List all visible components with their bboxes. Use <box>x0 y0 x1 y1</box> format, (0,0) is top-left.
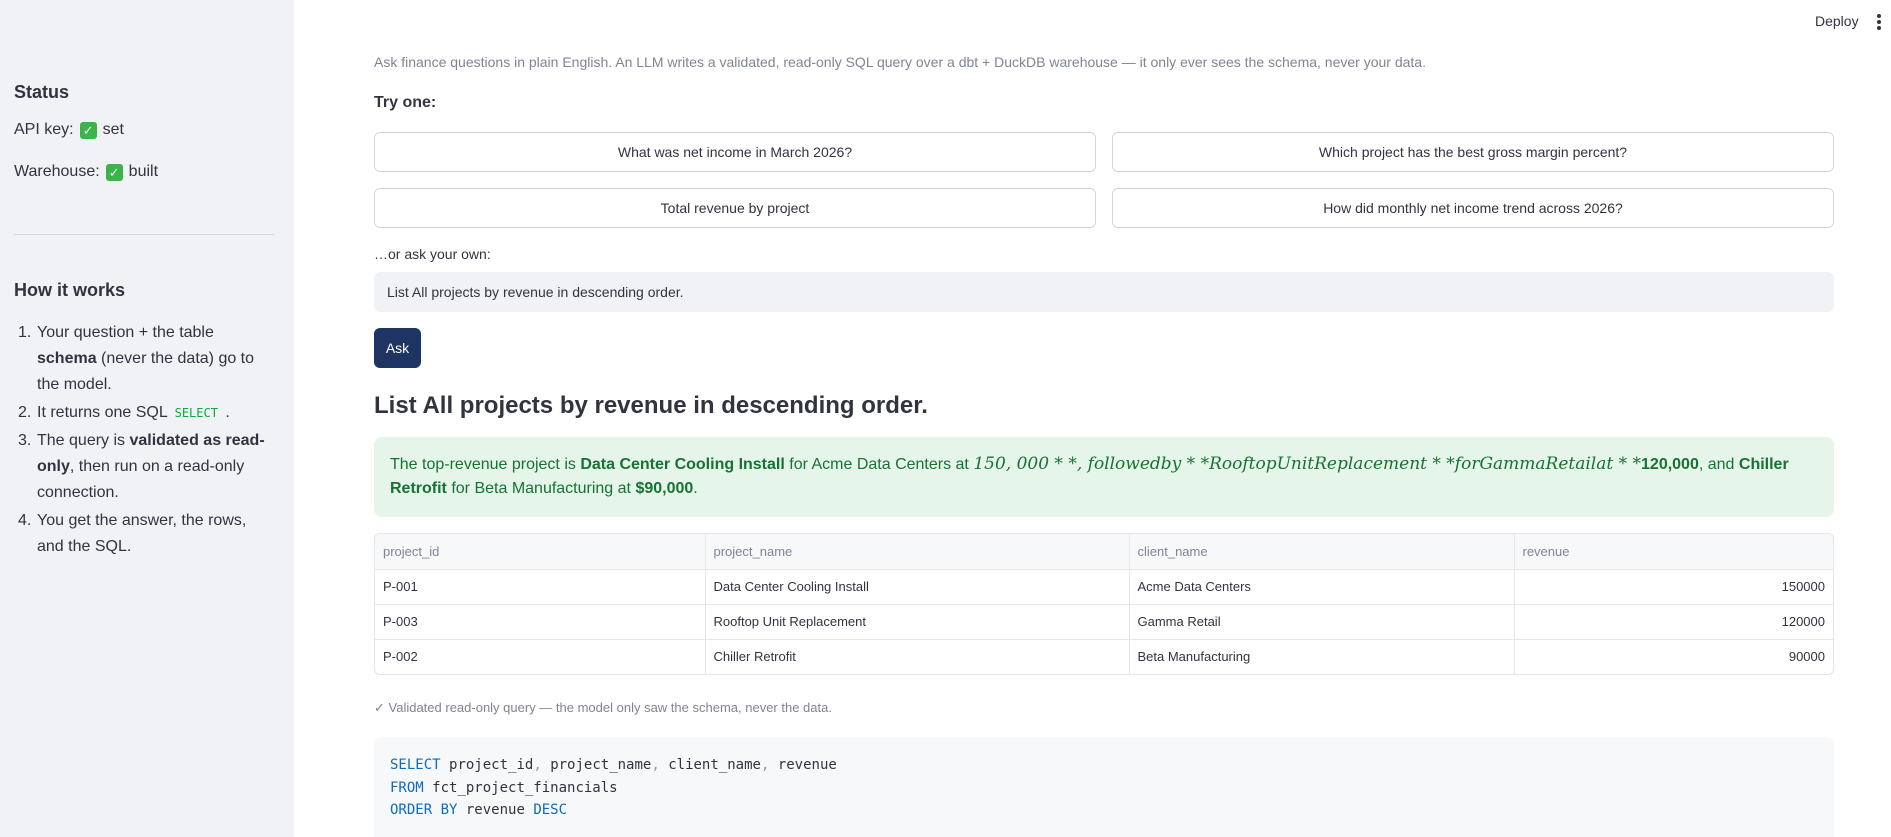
table-row: P-003 Rooftop Unit Replacement Gamma Ret… <box>375 604 1833 640</box>
table-cell: 150000 <box>1514 569 1833 605</box>
question-heading: List All projects by revenue in descendi… <box>374 392 928 419</box>
answer-text: The top-revenue project is <box>390 456 581 473</box>
how-it-works-heading: How it works <box>14 280 126 300</box>
table-cell: P-001 <box>375 569 706 605</box>
sql-column: project_name <box>550 757 652 773</box>
column-header[interactable]: client_name <box>1129 534 1515 570</box>
step-number: 2. <box>18 404 32 421</box>
list-item: 4. You get the answer, the rows, and the… <box>14 508 274 560</box>
status-heading: Status <box>14 82 70 102</box>
table-cell: Chiller Retrofit <box>705 639 1130 674</box>
step-text: The query is <box>37 432 130 449</box>
table-cell: Beta Manufacturing <box>1129 639 1515 674</box>
step-text: It returns one SQL <box>37 404 172 421</box>
table-row: P-001 Data Center Cooling Install Acme D… <box>375 569 1833 605</box>
step-number: 4. <box>18 512 32 529</box>
column-header[interactable]: project_name <box>705 534 1130 570</box>
answer-bold: Data Center Cooling Install <box>580 456 785 473</box>
list-item: 3. The query is validated as read-only, … <box>14 428 274 506</box>
table-cell: Data Center Cooling Install <box>705 569 1130 605</box>
sidebar: Status API key: ✓ set Warehouse: ✓ built… <box>0 0 294 837</box>
answer-math-text: 150, 000 * *, followedby * *RooftopUnitR… <box>973 454 1642 474</box>
sql-column: revenue <box>465 802 525 818</box>
api-key-status: API key: ✓ set <box>14 121 124 139</box>
table-cell: P-002 <box>375 639 706 674</box>
how-it-works-list: 1. Your question + the table schema (nev… <box>14 320 274 562</box>
sql-column: project_id <box>449 757 534 773</box>
answer-box: The top-revenue project is Data Center C… <box>374 437 1834 517</box>
warehouse-status: Warehouse: ✓ built <box>14 163 158 181</box>
answer-text: for Beta Manufacturing at <box>446 480 636 497</box>
table-row: P-002 Chiller Retrofit Beta Manufacturin… <box>375 639 1833 674</box>
check-icon: ✓ <box>105 163 123 181</box>
table-header-row: project_id project_name client_name reve… <box>375 534 1833 570</box>
sql-keyword: SELECT <box>390 757 441 773</box>
example-button-net-income-trend[interactable]: How did monthly net income trend across … <box>1112 188 1834 228</box>
table-cell: Gamma Retail <box>1129 604 1515 640</box>
sidebar-divider <box>14 234 274 235</box>
deploy-button[interactable]: Deploy <box>1815 13 1859 29</box>
step-text: . <box>220 404 230 421</box>
example-button-best-margin[interactable]: Which project has the best gross margin … <box>1112 132 1834 172</box>
results-table[interactable]: project_id project_name client_name reve… <box>374 533 1834 675</box>
inline-code: SELECT <box>171 405 221 421</box>
step-text: You get the answer, the rows, and the SQ… <box>37 512 247 555</box>
sql-keyword: DESC <box>533 802 568 818</box>
main-menu-icon[interactable] <box>1876 14 1882 30</box>
table-cell: P-003 <box>375 604 706 640</box>
example-button-revenue-by-project[interactable]: Total revenue by project <box>374 188 1096 228</box>
app-caption: Ask finance questions in plain English. … <box>374 54 1426 70</box>
table-cell: Rooftop Unit Replacement <box>705 604 1130 640</box>
example-button-net-income-march[interactable]: What was net income in March 2026? <box>374 132 1096 172</box>
warehouse-label: Warehouse: <box>14 163 100 180</box>
api-key-value: set <box>102 121 124 138</box>
list-item: 1. Your question + the table schema (nev… <box>14 320 274 398</box>
column-header[interactable]: project_id <box>375 534 706 570</box>
check-icon: ✓ <box>79 121 97 139</box>
step-text: Your question + the table <box>37 324 214 341</box>
try-one-label: Try one: <box>374 94 437 111</box>
column-header[interactable]: revenue <box>1514 534 1833 570</box>
sql-code-block: SELECT project_id, project_name, client_… <box>374 737 1834 837</box>
table-cell: 120000 <box>1514 604 1833 640</box>
api-key-label: API key: <box>14 121 74 138</box>
ask-own-label: …or ask your own: <box>374 246 491 262</box>
step-number: 3. <box>18 432 32 449</box>
step-bold-text: schema <box>37 350 97 367</box>
sql-keyword: ORDER BY <box>390 802 458 818</box>
table-cell: Acme Data Centers <box>1129 569 1515 605</box>
list-item: 2. It returns one SQL SELECT . <box>14 400 274 426</box>
sql-column: client_name <box>668 757 761 773</box>
sql-keyword: FROM <box>390 779 424 796</box>
step-number: 1. <box>18 324 32 341</box>
answer-bold: 120,000 <box>1641 456 1699 473</box>
answer-text: , and <box>1698 456 1739 473</box>
table-cell: 90000 <box>1788 649 1825 665</box>
answer-bold: $90,000 <box>635 480 694 497</box>
ask-button[interactable]: Ask <box>374 328 421 368</box>
question-input[interactable]: List All projects by revenue in descendi… <box>374 272 1834 312</box>
answer-text: . <box>693 480 698 497</box>
warehouse-value: built <box>128 163 159 180</box>
validated-note: ✓ Validated read-only query — the model … <box>374 700 832 715</box>
answer-text: for Acme Data Centers at <box>784 456 974 473</box>
sql-column: revenue <box>777 757 837 773</box>
sql-table: fct_project_financials <box>432 779 618 796</box>
